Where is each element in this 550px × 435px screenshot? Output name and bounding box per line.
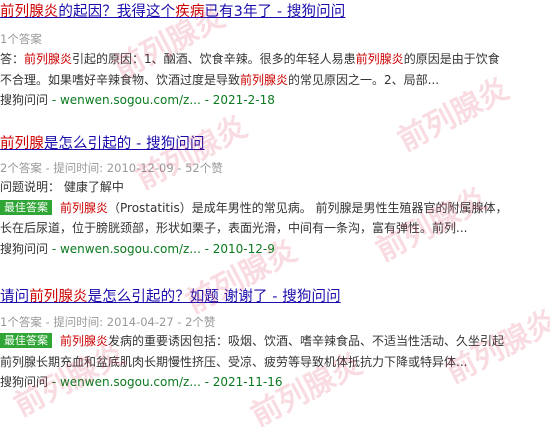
question-desc: 问题说明： 健康了解中 [0,177,550,198]
title-text: 是怎么引起的？如题 谢谢了 - 搜狗问问 [87,289,341,305]
search-result-3: 请问前列腺炎是怎么引起的？如题 谢谢了 - 搜狗问问 1个答案 - 提问时间: … [0,287,550,392]
result-title-link[interactable]: 前列腺是怎么引起的 - 搜狗问问 [0,134,550,154]
source-name: 搜狗问问 [0,375,49,389]
snippet-highlight: 前列腺炎 [60,334,109,348]
snippet-highlight: 前列腺炎 [60,200,109,215]
title-text: 请问 [0,289,30,305]
result-source[interactable]: 搜狗问问 - wenwen.sogou.com/z... - 2010-12-9 [0,239,550,259]
source-date: 2010-12-9 [212,241,275,256]
result-source[interactable]: 搜狗问问 - wenwen.sogou.com/z... - 2021-2-18 [0,90,550,110]
snippet-highlight: 前列腺炎 [355,52,404,66]
title-text: 的起因？我得这个 [58,4,176,20]
result-source[interactable]: 搜狗问问 - wenwen.sogou.com/z... - 2021-11-1… [0,372,550,392]
result-title-link[interactable]: 前列腺炎的起因？我得这个疾病已有3年了 - 搜狗问问 [0,2,550,22]
best-answer-line2: 长在后尿道，位于膀胱颈部，形状如栗子，表面光滑，中间有一条沟，富有弹性。前列..… [0,221,468,235]
result-meta: 2个答案 - 提问时间: 2010-12-09 - 52个赞 [0,161,223,175]
snippet-text: 的常见原因之一。2、局部... [288,72,440,87]
source-name: 搜狗问问 [0,93,49,107]
result-meta: 1个答案 - 提问时间: 2014-04-27 - 2个赞 [0,315,216,329]
title-highlight: 前列腺炎 [29,289,88,305]
snippet-text: 引起的原因：1、酗酒、饮食辛辣。很多的年轻人易患 [72,52,356,66]
snippet-text: 的原因是由于饮食 [403,52,500,66]
result-title-link[interactable]: 请问前列腺炎是怎么引起的？如题 谢谢了 - 搜狗问问 [0,287,550,307]
search-result-2: 前列腺是怎么引起的 - 搜狗问问 2个答案 - 提问时间: 2010-12-09… [0,134,550,259]
snippet-text: 不合理。如果嗜好辛辣食物、饮酒过度是导致 [0,72,241,87]
result-meta: 1个答案 [0,32,42,46]
answer-snippet: 答：前列腺炎引起的原因：1、酗酒、饮食辛辣。很多的年轻人易患前列腺炎的原因是由于… [0,49,550,70]
title-highlight: 疾病 [175,4,205,20]
source-url: wenwen.sogou.com/z... [59,375,201,389]
title-text: 已有3年了 - 搜狗问问 [204,4,346,20]
title-text: 是怎么引起的 - 搜狗问问 [43,136,205,152]
best-answer-line2: 前列腺长期充血和盆底肌肉长期慢性挤压、受凉、疲劳等导致机体抵抗力下降或特异体..… [0,354,468,369]
question-text: 健康了解中 [63,180,124,194]
source-date: 2021-11-16 [212,375,283,389]
title-highlight: 前列腺炎 [0,4,59,20]
source-name: 搜狗问问 [0,241,49,256]
search-result-1: 前列腺炎的起因？我得这个疾病已有3年了 - 搜狗问问 1个答案 答：前列腺炎引起… [0,2,550,110]
source-url: wenwen.sogou.com/z... [59,93,201,107]
snippet-text: 发病的重要诱因包括：吸烟、饮酒、嗜辛辣食品、不适当性活动、久坐引起 [108,334,505,348]
source-date: 2021-2-18 [212,93,275,107]
best-answer-badge: 最佳答案 [0,333,52,348]
answer-snippet-line2: 不合理。如果嗜好辛辣食物、饮酒过度是导致前列腺炎的常见原因之一。2、局部... [0,70,550,91]
best-answer-snippet: 最佳答案 前列腺炎发病的重要诱因包括：吸烟、饮酒、嗜辛辣食品、不适当性活动、久坐引… [0,331,550,352]
best-answer-badge: 最佳答案 [0,199,52,215]
snippet-highlight: 前列腺炎 [240,72,289,87]
best-answer-snippet: 最佳答案 前列腺炎（Prostatitis）是成年男性的常见病。 前列腺是男性生殖… [0,198,550,219]
answer-label: 答： [0,52,25,66]
question-label: 问题说明： [0,180,61,194]
snippet-text: （Prostatitis）是成年男性的常见病。 前列腺是男性生殖器官的附属腺体， [108,200,508,215]
snippet-highlight: 前列腺炎 [24,52,73,66]
source-url: wenwen.sogou.com/z... [59,241,201,256]
title-highlight: 前列腺 [0,136,44,152]
